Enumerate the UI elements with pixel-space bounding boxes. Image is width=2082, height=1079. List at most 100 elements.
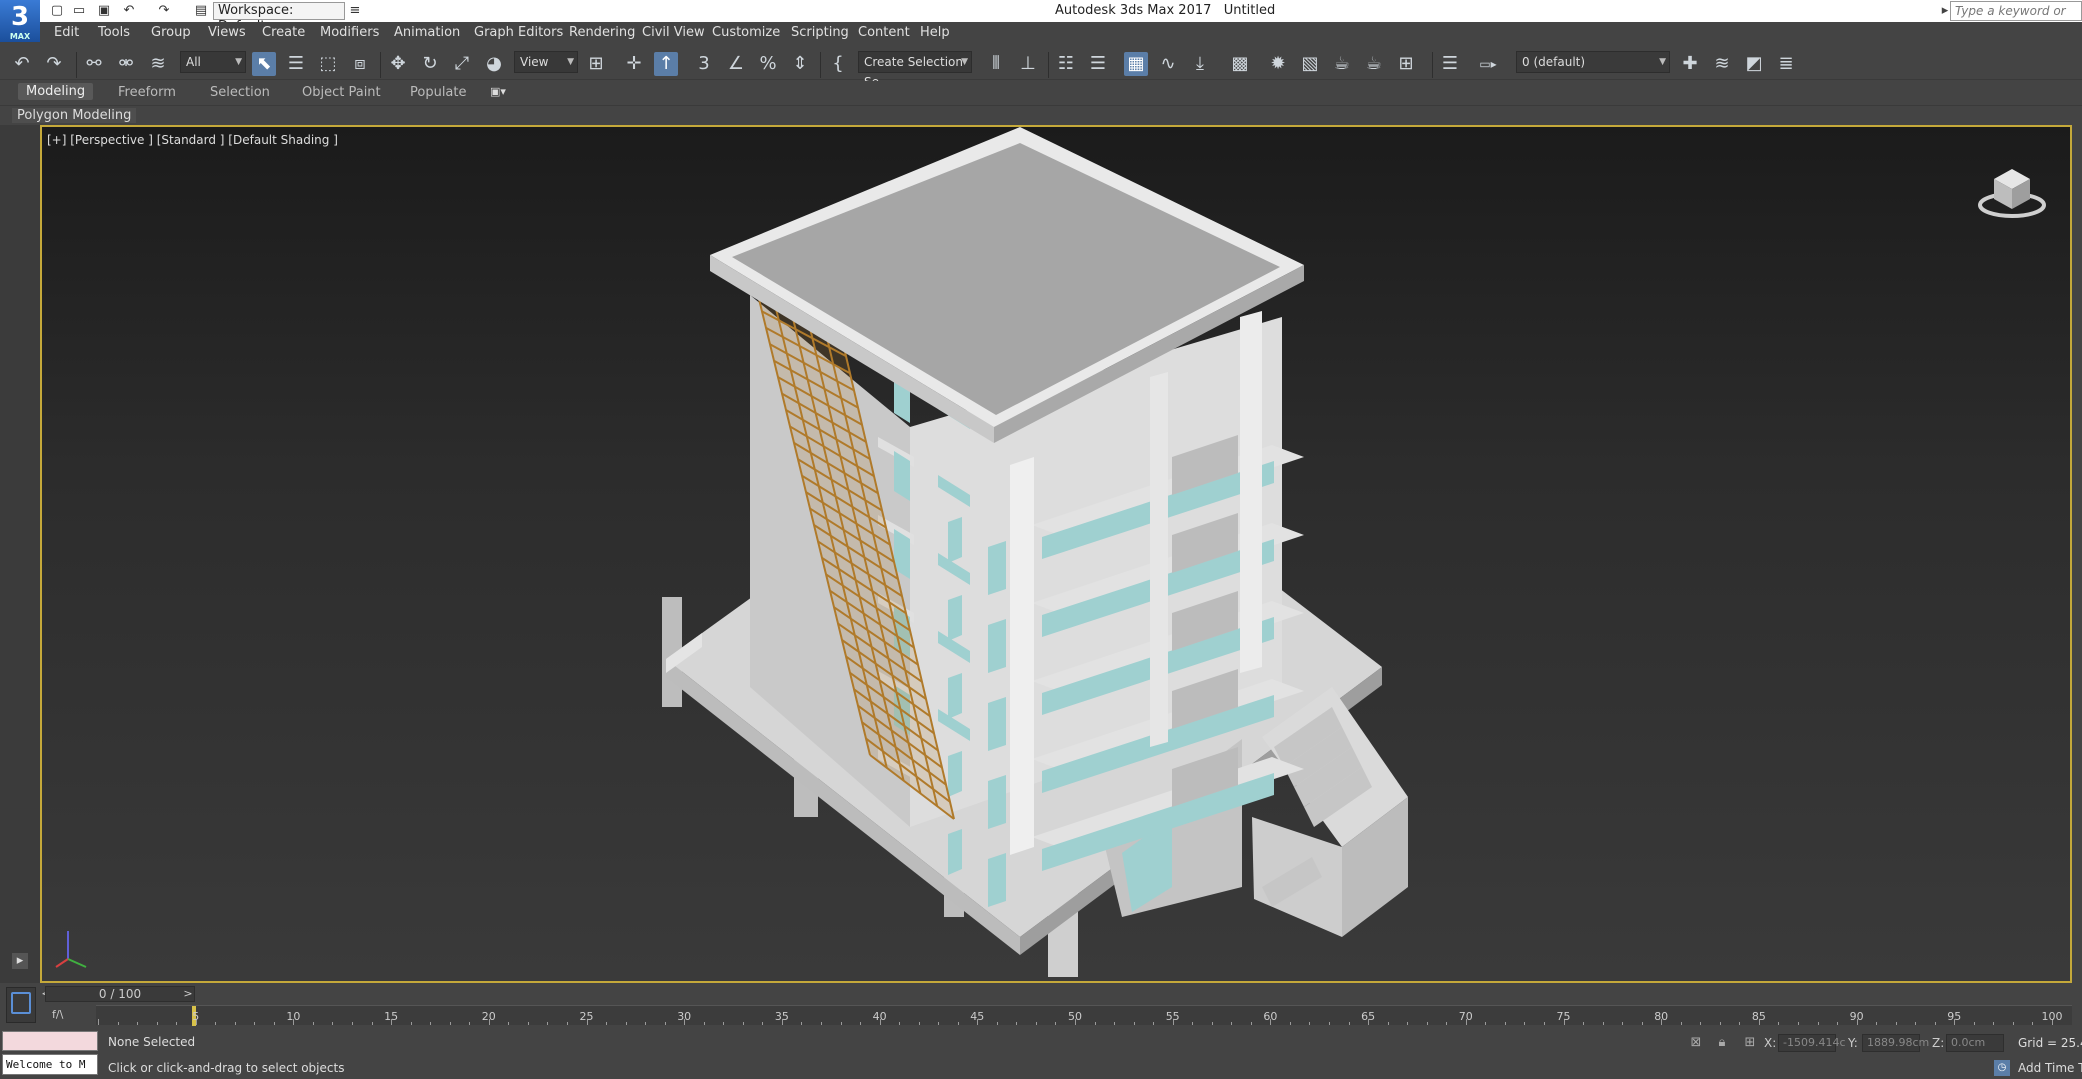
- set-current-layer-icon[interactable]: ≣: [1774, 52, 1798, 76]
- move-icon[interactable]: ✥: [386, 52, 410, 76]
- redo-quick-icon[interactable]: ↷: [155, 2, 173, 20]
- scale-icon[interactable]: ⤢: [450, 52, 474, 76]
- search-input[interactable]: Type a keyword or phrase: [1950, 1, 2082, 36]
- edit-named-selection-icon[interactable]: {: [826, 52, 850, 76]
- app-logo[interactable]: 3 MAX: [0, 0, 40, 42]
- mini-curve-editor-toggle[interactable]: f/\: [40, 1005, 90, 1025]
- project-folder-icon[interactable]: ▤: [192, 2, 210, 20]
- align-icon[interactable]: ⊥: [1016, 52, 1040, 76]
- menu-modifiers[interactable]: Modifiers: [320, 25, 379, 40]
- rotate-icon[interactable]: ↻: [418, 52, 442, 76]
- select-manipulate-icon[interactable]: ✛: [622, 52, 646, 76]
- snaps-toggle-icon[interactable]: 3: [692, 52, 716, 76]
- angle-snap-icon[interactable]: ∠: [724, 52, 748, 76]
- add-to-layer-icon[interactable]: ≋: [1710, 52, 1734, 76]
- undo-icon[interactable]: ↶: [10, 52, 34, 76]
- quick-access-menu-icon[interactable]: ≡: [346, 2, 364, 20]
- isolate-selection-icon[interactable]: ⊠: [1688, 1035, 1704, 1051]
- new-file-icon[interactable]: ▢: [48, 2, 66, 20]
- main-toolbar: ↶ ↷ ⚯ ⚮ ≋ All ▼ ⬉ ☰ ⬚ ⧈ ✥ ↻ ⤢ ◕ View ▼ ⊞ ✛…: [0, 44, 2082, 89]
- unlink-icon[interactable]: ⚮: [114, 52, 138, 76]
- y-coordinate-field[interactable]: 1889.98cm: [1862, 1034, 1929, 1052]
- open-file-icon[interactable]: ▭: [70, 2, 88, 20]
- render-in-cloud-icon[interactable]: ⊞: [1394, 52, 1418, 76]
- absolute-mode-icon[interactable]: ⊞: [1742, 1035, 1758, 1051]
- perspective-viewport[interactable]: [+] [Perspective ] [Standard ] [Default …: [40, 125, 2072, 983]
- timeline-tick-label: 5: [192, 1010, 200, 1023]
- track-bar[interactable]: 5 10 15 20 25 30 35 40 45 50 55 60 65 70 75 80 85 90 95 100: [96, 1005, 2072, 1026]
- percent-snap-icon[interactable]: %: [756, 52, 780, 76]
- tab-selection[interactable]: Selection: [210, 85, 270, 100]
- add-time-tag-button[interactable]: Add Time Tag: [2018, 1061, 2082, 1075]
- menu-rendering[interactable]: Rendering: [569, 25, 635, 40]
- x-coordinate-field[interactable]: -1509.414c: [1778, 1034, 1846, 1052]
- menu-animation[interactable]: Animation: [394, 25, 460, 40]
- layer-manager-icon[interactable]: ☰: [1438, 52, 1462, 76]
- viewcube-icon[interactable]: [1974, 157, 2050, 223]
- layer-visibility-icons[interactable]: ▭▸: [1470, 52, 1506, 76]
- link-icon[interactable]: ⚯: [82, 52, 106, 76]
- menu-customize[interactable]: Customize: [712, 25, 780, 40]
- timeline-tick-label: 10: [286, 1010, 301, 1023]
- menu-content[interactable]: Content: [858, 25, 910, 40]
- material-editor-icon[interactable]: ▩: [1228, 52, 1252, 76]
- z-coordinate-field[interactable]: 0.0cm: [1946, 1034, 2004, 1052]
- layer-explorer-icon[interactable]: ☰: [1086, 52, 1110, 76]
- menu-civil-view[interactable]: Civil View: [642, 25, 705, 40]
- named-selection-dropdown[interactable]: Create Selection Se▼: [858, 51, 972, 89]
- tab-populate[interactable]: Populate: [410, 85, 467, 100]
- menu-views[interactable]: Views: [208, 25, 246, 40]
- time-tag-icon[interactable]: ◷: [1994, 1060, 2010, 1076]
- timeline-tick: [449, 1022, 451, 1025]
- create-layer-icon[interactable]: ✚: [1678, 52, 1702, 76]
- schematic-view-icon[interactable]: ⤓: [1188, 52, 1212, 76]
- curve-editor-icon[interactable]: ∿: [1156, 52, 1180, 76]
- menu-graph-editors[interactable]: Graph Editors: [474, 25, 563, 40]
- workspace-dropdown[interactable]: Workspace: Default: [213, 2, 345, 34]
- bind-spacewarp-icon[interactable]: ≋: [146, 52, 170, 76]
- menu-edit[interactable]: Edit: [54, 25, 79, 40]
- spinner-snap-icon[interactable]: ⇕: [788, 52, 812, 76]
- ribbon-options-icon[interactable]: ▣▾: [490, 85, 506, 98]
- tab-freeform[interactable]: Freeform: [118, 85, 176, 100]
- render-setup-icon[interactable]: ✹: [1266, 52, 1290, 76]
- viewport-layout-expand-icon[interactable]: ▸: [12, 953, 28, 969]
- next-frame-arrow[interactable]: >: [182, 986, 194, 1002]
- undo-quick-icon[interactable]: ↶: [120, 2, 138, 20]
- key-mode-icon[interactable]: [6, 987, 36, 1023]
- select-by-name-icon[interactable]: ☰: [284, 52, 308, 76]
- menu-create[interactable]: Create: [262, 25, 305, 40]
- reference-coordinate-dropdown[interactable]: View ▼: [514, 51, 578, 73]
- select-object-icon[interactable]: ⬉: [252, 52, 276, 76]
- place-icon[interactable]: ◕: [482, 52, 506, 76]
- select-in-layer-icon[interactable]: ◩: [1742, 52, 1766, 76]
- pivot-center-icon[interactable]: ⊞: [584, 52, 608, 76]
- layer-dropdown[interactable]: 0 (default) ▼: [1516, 51, 1670, 73]
- menu-scripting[interactable]: Scripting: [791, 25, 849, 40]
- menu-tools[interactable]: Tools: [98, 25, 130, 40]
- selection-lock-icon[interactable]: 🔒︎: [1714, 1035, 1730, 1051]
- rendered-frame-window-icon[interactable]: ▧: [1298, 52, 1322, 76]
- timeline-tick-label: 15: [384, 1010, 399, 1023]
- redo-icon[interactable]: ↷: [42, 52, 66, 76]
- rectangular-selection-icon[interactable]: ⬚: [316, 52, 340, 76]
- render-iterative-icon[interactable]: ☕: [1362, 52, 1386, 76]
- menu-help[interactable]: Help: [920, 25, 950, 40]
- tab-object-paint[interactable]: Object Paint: [302, 85, 381, 100]
- time-slider[interactable]: 0 / 100: [45, 986, 195, 1002]
- toggle-ribbon-icon[interactable]: ▦: [1124, 52, 1148, 76]
- maxscript-listener-output[interactable]: Welcome to M: [2, 1054, 98, 1075]
- scene-explorer-icon[interactable]: ☷: [1054, 52, 1078, 76]
- tab-modeling[interactable]: Modeling: [18, 83, 94, 100]
- mirror-icon[interactable]: ⫴: [984, 52, 1008, 76]
- maxscript-listener-input[interactable]: [2, 1031, 98, 1051]
- selection-filter-dropdown[interactable]: All ▼: [180, 51, 246, 73]
- window-crossing-icon[interactable]: ⧈: [348, 52, 372, 76]
- keyboard-shortcut-override-icon[interactable]: ↑: [654, 52, 678, 76]
- save-icon[interactable]: ▣: [95, 2, 113, 20]
- timeline-tick: [527, 1022, 529, 1025]
- render-production-icon[interactable]: ☕: [1330, 52, 1354, 76]
- menu-group[interactable]: Group: [151, 25, 191, 40]
- building-model[interactable]: [42, 127, 2070, 981]
- polygon-modeling-panel[interactable]: Polygon Modeling: [12, 108, 137, 123]
